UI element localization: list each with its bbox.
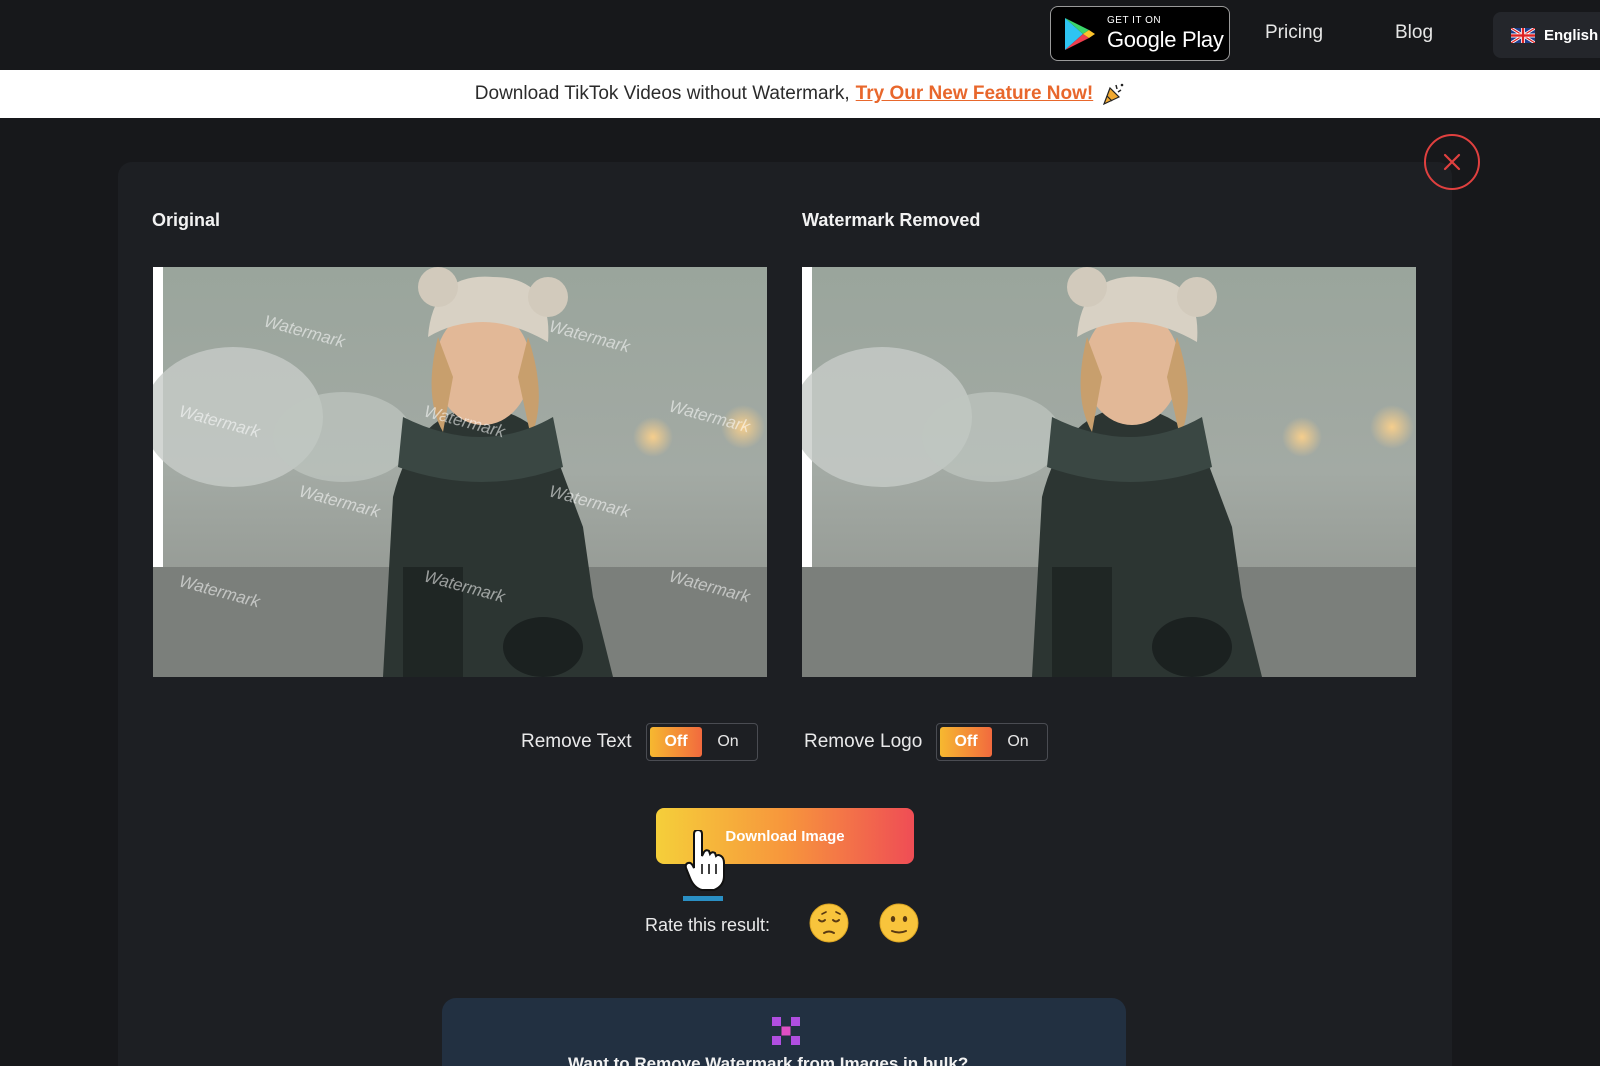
bulk-promo-text: Want to Remove Watermark from Images in …	[568, 1054, 969, 1066]
rate-label: Rate this result:	[645, 915, 771, 935]
remove-text-toggle[interactable]: Off On	[646, 723, 758, 761]
google-play-badge[interactable]: GET IT ON Google Play	[1050, 6, 1230, 61]
pointer-underline	[683, 896, 723, 901]
bulk-grid-icon	[772, 1017, 800, 1045]
remove-logo-off-option[interactable]: Off	[940, 727, 992, 757]
sad-face-icon[interactable]	[808, 902, 850, 944]
google-play-big-text: Google Play	[1107, 27, 1224, 52]
google-play-icon	[1065, 17, 1095, 50]
nav-blog-link[interactable]: Blog	[1395, 22, 1433, 44]
close-icon	[1443, 153, 1461, 171]
remove-text-label: Remove Text	[521, 731, 632, 752]
close-button[interactable]	[1424, 134, 1480, 190]
language-label: English	[1544, 26, 1599, 44]
neutral-face-icon[interactable]	[878, 902, 920, 944]
language-selector[interactable]: English	[1493, 12, 1600, 58]
top-navbar: GET IT ON Google Play Pricing Blog Engli…	[0, 0, 1600, 70]
remove-text-off-option[interactable]: Off	[650, 727, 702, 757]
promo-banner: Download TikTok Videos without Watermark…	[0, 70, 1600, 118]
nav-pricing-link[interactable]: Pricing	[1265, 22, 1323, 44]
remove-logo-toggle[interactable]: Off On	[936, 723, 1048, 761]
banner-link[interactable]: Try Our New Feature Now!	[856, 83, 1094, 105]
watermark-removed-image	[802, 267, 1416, 677]
remove-logo-label: Remove Logo	[804, 731, 923, 752]
removed-title: Watermark Removed	[802, 210, 981, 230]
original-image: Watermark Watermark Watermark Watermark …	[153, 267, 767, 677]
pointer-hand-icon	[684, 830, 725, 891]
remove-logo-on-option[interactable]: On	[992, 727, 1044, 757]
party-popper-icon	[1103, 83, 1124, 106]
banner-text: Download TikTok Videos without Watermark…	[474, 83, 850, 104]
google-play-small-text: GET IT ON	[1107, 15, 1162, 26]
original-title: Original	[152, 210, 221, 230]
remove-text-on-option[interactable]: On	[702, 727, 754, 757]
uk-flag-icon	[1511, 27, 1535, 43]
